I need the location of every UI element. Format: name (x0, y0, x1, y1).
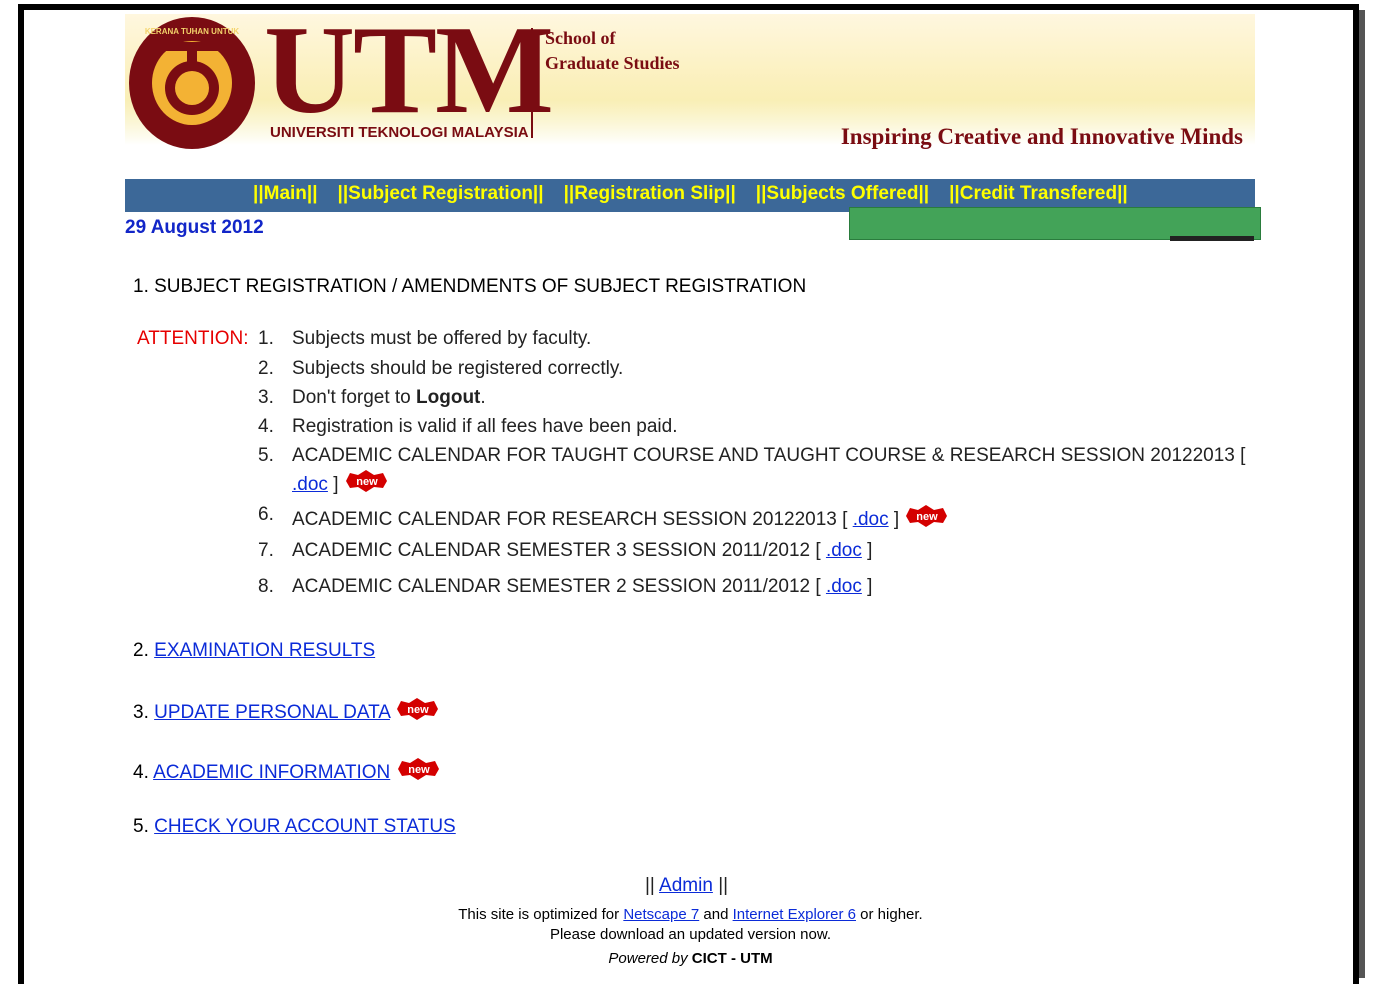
footer-powered-by: Powered by CICT - UTM (0, 950, 1373, 967)
tagline: Inspiring Creative and Innovative Minds (840, 124, 1243, 149)
calendar-research-doc-link[interactable]: .doc (853, 509, 889, 530)
list-item-number: 7. (258, 540, 274, 561)
school-line-1: School of (545, 28, 616, 48)
list-item-number: 8. (258, 576, 274, 597)
school-name: School of Graduate Studies (545, 26, 680, 76)
section-number: 3. (133, 702, 149, 724)
item-text-after: . (480, 387, 486, 408)
list-item-text: ACADEMIC CALENDAR FOR RESEARCH SESSION 2… (292, 505, 950, 531)
nav-item-subject-registration[interactable]: ||Subject Registration|| (338, 183, 544, 207)
calendar-research-text: ACADEMIC CALENDAR FOR RESEARCH SESSION 2… (292, 509, 848, 531)
new-badge-icon: new (345, 470, 387, 492)
calendar-taught-doc-link[interactable]: .doc (292, 474, 328, 495)
list-item-text: Subjects must be offered by faculty. (292, 328, 592, 349)
svg-text:new: new (408, 764, 430, 776)
new-badge-icon: new (906, 505, 948, 527)
new-badge-icon: new (397, 758, 439, 780)
list-item-text: ACADEMIC CALENDAR SEMESTER 2 SESSION 201… (292, 576, 872, 598)
calendar-sem2-doc-link[interactable]: .doc (826, 576, 862, 597)
opt-post: or higher. (856, 906, 923, 923)
item-text-before: Don't forget to (292, 387, 417, 408)
svg-text:new: new (917, 511, 939, 523)
admin-pre: || (644, 875, 655, 896)
university-name: UNIVERSITI TEKNOLOGI MALAYSIA (270, 124, 529, 141)
svg-text:new: new (356, 476, 378, 488)
list-item-doc-line: .doc ] new (292, 470, 390, 496)
calendar-sem2-text: ACADEMIC CALENDAR SEMESTER 2 SESSION 201… (292, 576, 821, 597)
opt-pre: This site is optimized for (458, 906, 624, 923)
logo-divider (531, 28, 533, 138)
section-number: 5. (133, 816, 149, 837)
update-personal-data-link[interactable]: UPDATE PERSONAL DATA (154, 702, 390, 723)
admin-link[interactable]: Admin (659, 875, 713, 896)
redaction-edge (1170, 236, 1254, 241)
admin-post: || (718, 875, 729, 896)
list-item-number: 4. (258, 416, 274, 437)
footer-optimized-notice: This site is optimized for Netscape 7 an… (0, 905, 1373, 945)
list-item-text: Registration is valid if all fees have b… (292, 416, 678, 437)
section-title-subject-registration: 1. SUBJECT REGISTRATION / AMENDMENTS OF … (133, 276, 807, 297)
bracket-close: ] (893, 509, 900, 531)
bracket-close: ] (867, 576, 873, 597)
opt-and: and (699, 906, 733, 923)
list-item-text: Subjects should be registered correctly. (292, 358, 624, 379)
current-date: 29 August 2012 (125, 217, 264, 238)
logout-emphasis: Logout (416, 387, 481, 408)
download-notice: Please download an updated version now. (549, 926, 832, 943)
internet-explorer-link[interactable]: Internet Explorer 6 (733, 906, 856, 923)
bracket-close: ] (867, 540, 873, 561)
new-badge-icon: new (397, 698, 439, 720)
list-item-number: 2. (258, 358, 274, 379)
section-check-account-status: 5. CHECK YOUR ACCOUNT STATUS (133, 816, 456, 838)
list-item-number: 3. (258, 387, 274, 408)
section-examination-results: 2. EXAMINATION RESULTS (133, 640, 375, 662)
nav-item-credit-transfered[interactable]: ||Credit Transfered|| (949, 183, 1128, 207)
attention-label: ATTENTION: (137, 328, 249, 349)
check-account-status-link[interactable]: CHECK YOUR ACCOUNT STATUS (154, 816, 456, 837)
optimized-line: This site is optimized for Netscape 7 an… (0, 905, 1373, 925)
list-item-text: Don't forget to Logout. (292, 387, 486, 409)
utm-seal-logo: KERANA TUHAN UNTUK (129, 17, 255, 149)
netscape-link[interactable]: Netscape 7 (623, 906, 699, 923)
nav-menu: ||Main|| ||Subject Registration|| ||Regi… (253, 183, 1128, 207)
nav-item-subjects-offered[interactable]: ||Subjects Offered|| (756, 183, 929, 207)
calendar-sem3-doc-link[interactable]: .doc (826, 540, 862, 561)
nav-item-registration-slip[interactable]: ||Registration Slip|| (564, 183, 736, 207)
list-item-number: 6. (258, 504, 274, 525)
powered-by-label: Powered by (608, 950, 692, 967)
section-update-personal-data: 3. UPDATE PERSONAL DATA new (133, 698, 441, 724)
section-number: 2. (133, 640, 149, 661)
list-item-text: ACADEMIC CALENDAR SEMESTER 3 SESSION 201… (292, 540, 872, 562)
list-item-text: ACADEMIC CALENDAR FOR TAUGHT COURSE AND … (292, 445, 1246, 466)
bracket-close: ] (333, 474, 339, 496)
svg-text:new: new (408, 704, 430, 716)
calendar-sem3-text: ACADEMIC CALENDAR SEMESTER 3 SESSION 201… (292, 540, 821, 561)
academic-information-link[interactable]: ACADEMIC INFORMATION (153, 762, 390, 783)
section-academic-information: 4. ACADEMIC INFORMATION new (133, 758, 442, 784)
list-item-number: 1. (258, 328, 274, 349)
footer-admin: || Admin || (0, 875, 1373, 897)
nav-item-main[interactable]: ||Main|| (253, 183, 318, 207)
svg-text:KERANA TUHAN UNTUK: KERANA TUHAN UNTUK (145, 27, 240, 36)
utm-wordmark: UTM (264, 1, 554, 140)
powered-by-org: CICT - UTM (691, 950, 773, 967)
list-item-number: 5. (258, 445, 274, 466)
school-line-2: Graduate Studies (545, 53, 680, 73)
frame-shadow (1359, 10, 1365, 978)
examination-results-link[interactable]: EXAMINATION RESULTS (154, 640, 375, 661)
section-number: 4. (133, 762, 149, 784)
